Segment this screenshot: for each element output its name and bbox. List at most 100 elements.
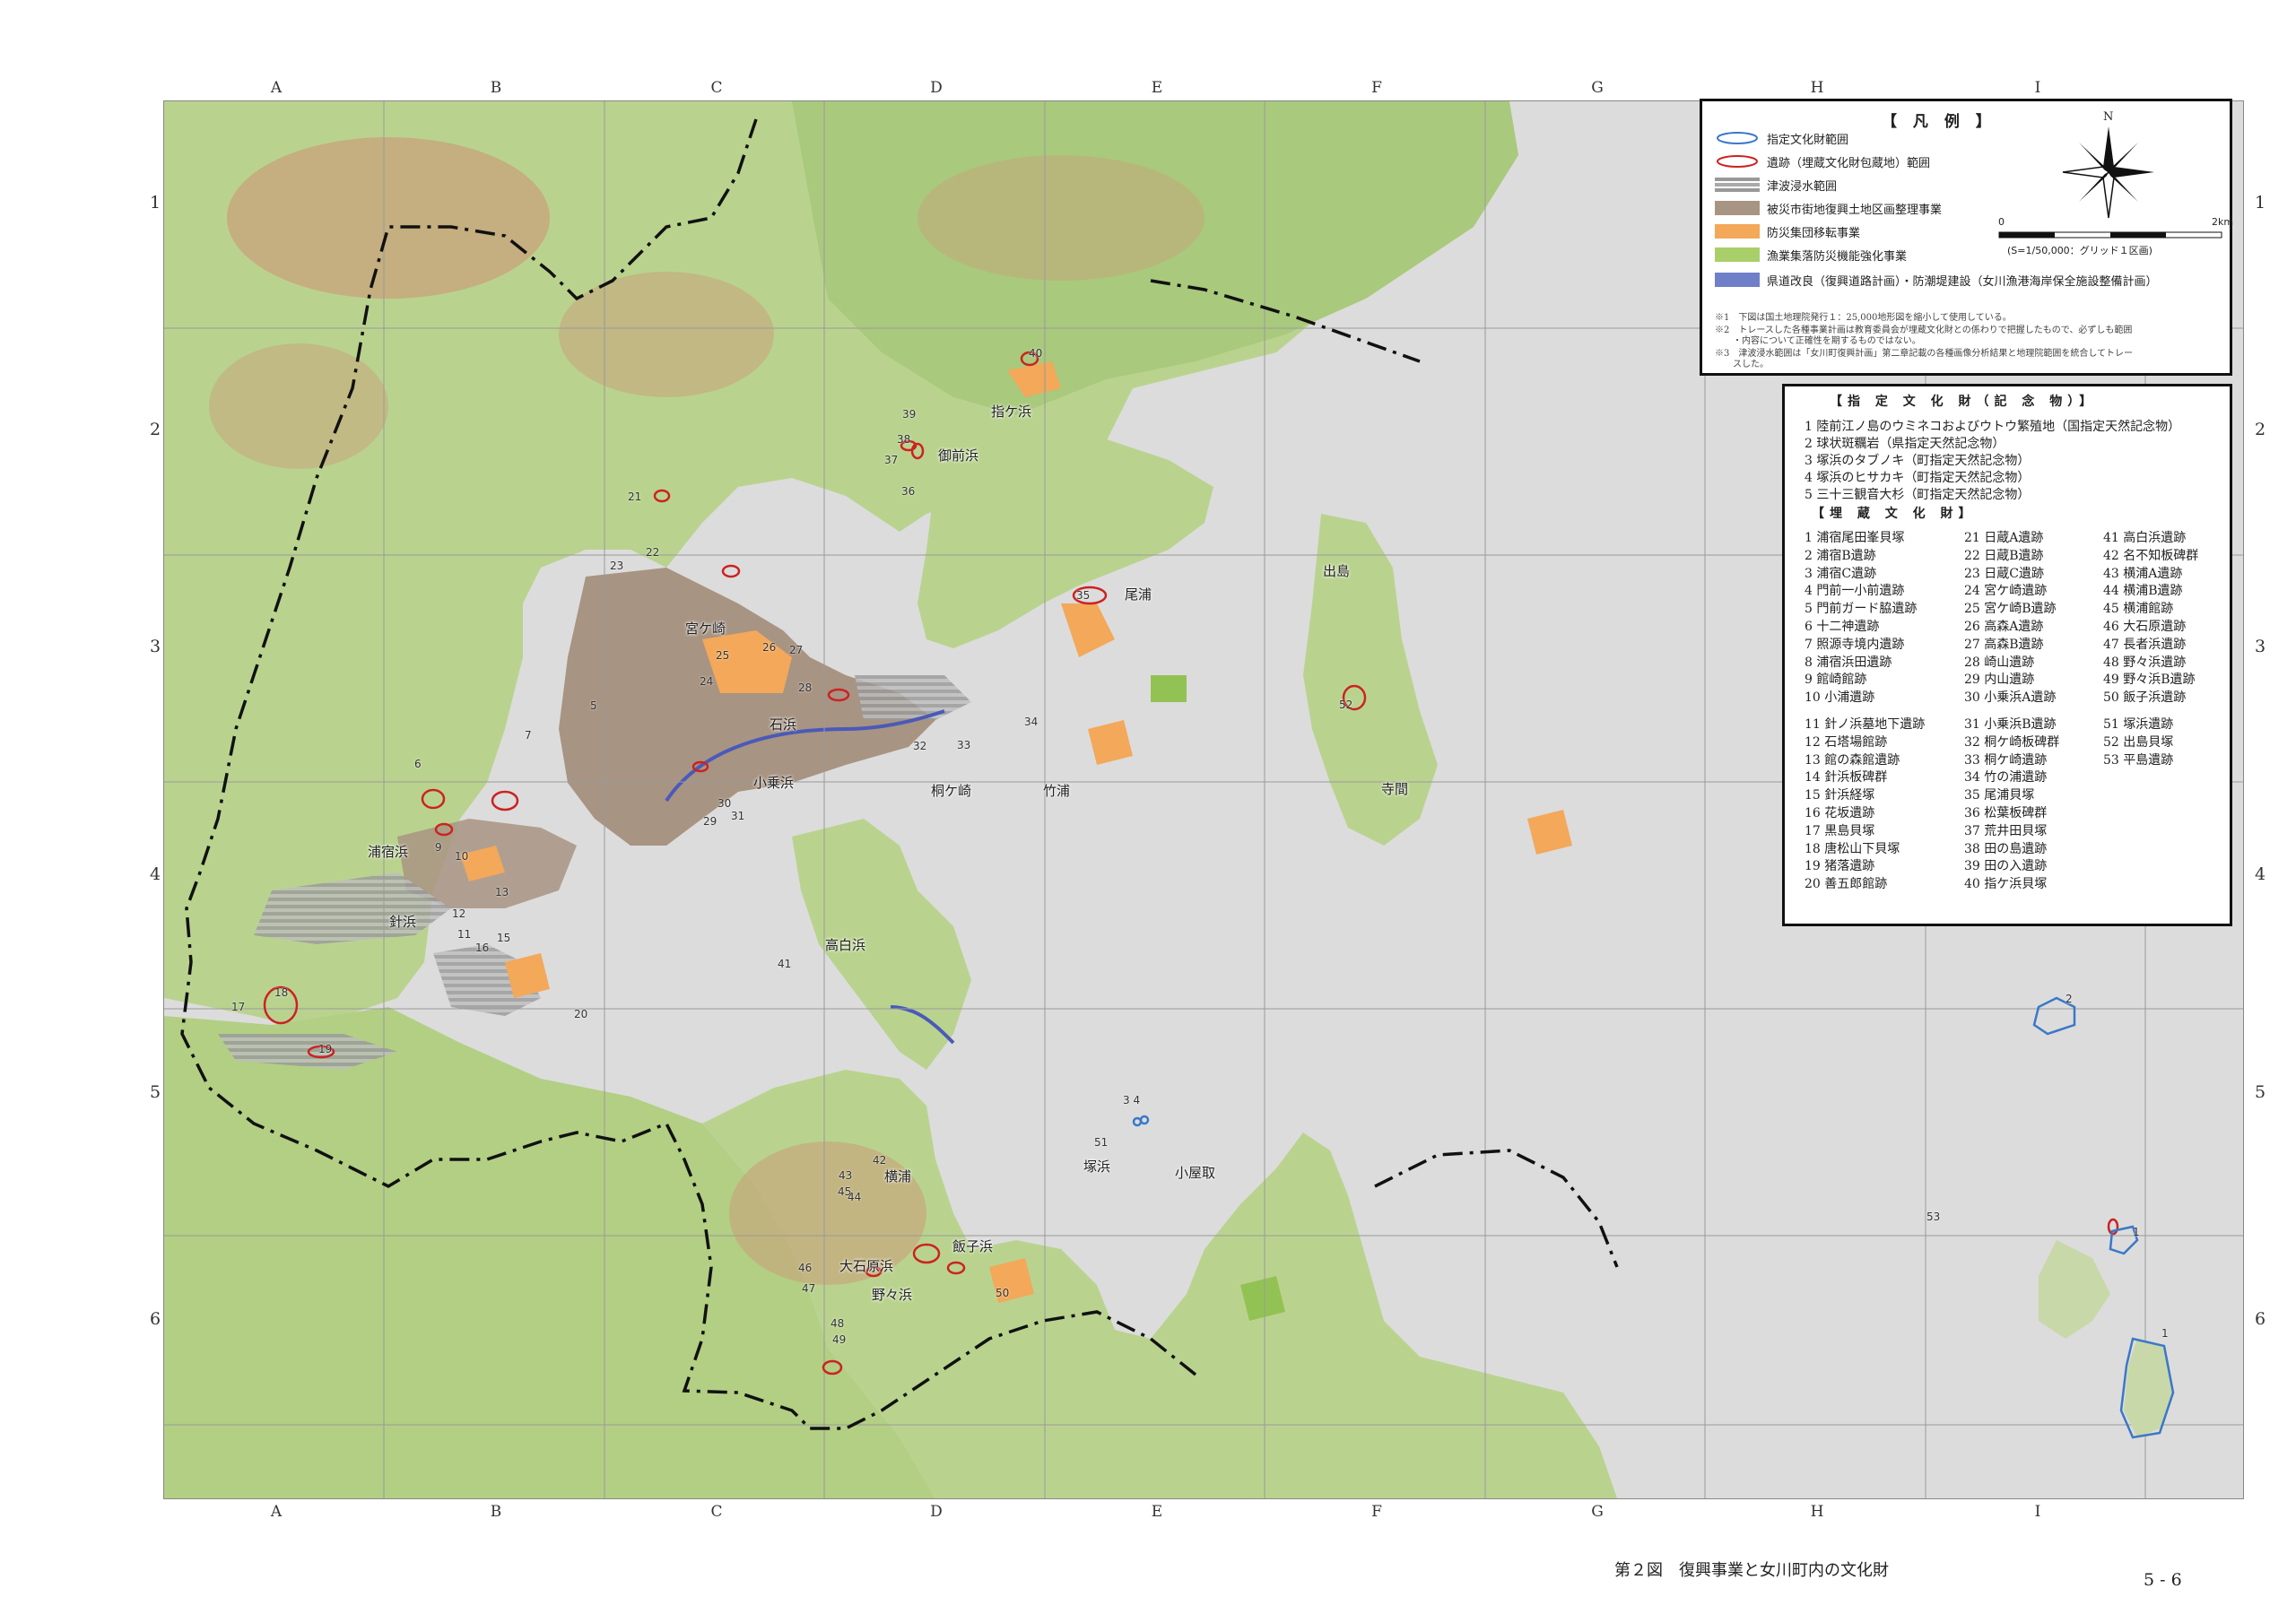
place-label: 浦宿浜 — [368, 844, 409, 860]
place-label: 桐ケ崎 — [931, 783, 972, 799]
site-number-label: 22 — [646, 546, 660, 559]
site-list-item: 16 花坂遺跡 — [1805, 806, 1875, 820]
place-label: 横浦 — [884, 1168, 912, 1185]
site-list-item: 35 尾浦貝塚 — [1964, 788, 2035, 803]
site-number-label: 25 — [716, 649, 730, 662]
grid-row-label: 6 — [2254, 1309, 2266, 1329]
compass-rose-icon — [2062, 126, 2154, 219]
grid-col-label: G — [1591, 79, 1604, 97]
sites-heading: 【埋 蔵 文 化 財】 — [1812, 507, 1977, 521]
site-list-item: 49 野々浜B遺跡 — [2103, 673, 2196, 688]
legend-item-designated: 指定文化財範囲 — [1715, 128, 1848, 148]
site-list-item: 25 宮ケ崎B遺跡 — [1964, 602, 2057, 617]
site-number-label: 16 — [475, 942, 490, 954]
legend-item-fishery: 漁業集落防災機能強化事業 — [1715, 245, 1907, 265]
legend-item-readjustment: 被災市街地復興土地区画整理事業 — [1715, 198, 1942, 218]
site-list-item: 53 平島遺跡 — [2103, 752, 2174, 768]
place-label: 小屋取 — [1175, 1165, 1216, 1181]
compass-north-label: N — [2103, 110, 2114, 124]
grid-col-label: E — [1151, 79, 1163, 97]
site-number-label: 29 — [703, 815, 718, 828]
site-number-label: 49 — [832, 1333, 847, 1346]
grid-col-label: D — [930, 1503, 943, 1521]
site-list-item: 8 浦宿浜田遺跡 — [1805, 655, 1892, 670]
place-label: 御前浜 — [938, 447, 979, 464]
grid-col-label: B — [490, 79, 502, 97]
site-list-item: 10 小浦遺跡 — [1805, 690, 1875, 706]
site-list-item: 41 高白浜遺跡 — [2103, 531, 2187, 545]
monument-item: 4 塚浜のヒサカキ（町指定天然記念物） — [1805, 471, 2031, 485]
site-number-label: 9 — [435, 841, 442, 854]
grid-col-label: C — [710, 1503, 723, 1521]
scale-end: 2km — [2212, 216, 2234, 228]
grid-row-label: 3 — [2254, 637, 2266, 656]
site-list-item: 22 日蔵B遺跡 — [1964, 548, 2044, 563]
site-list-item: 37 荒井田貝塚 — [1964, 823, 2048, 838]
site-number-label: 35 — [1076, 589, 1091, 602]
grid-row-label: 5 — [2254, 1082, 2266, 1102]
legend-label: 県道改良（復興道路計画）・防潮堤建設（女川漁港海岸保全施設整備計画） — [1767, 274, 2158, 289]
site-list-item: 23 日蔵C遺跡 — [1964, 566, 2044, 581]
site-number-label: 11 — [457, 928, 472, 941]
legend-label: 指定文化財範囲 — [1767, 133, 1849, 147]
site-list-item: 3 浦宿C遺跡 — [1805, 566, 1877, 581]
site-list-item: 18 唐松山下貝塚 — [1805, 841, 1900, 856]
site-list-item: 20 善五郎館跡 — [1805, 877, 1888, 892]
legend-item-sites: 遺跡（埋蔵文化財包蔵地）範囲 — [1715, 152, 1930, 171]
site-list-item: 19 猪落遺跡 — [1805, 859, 1875, 874]
legend-label: 漁業集落防災機能強化事業 — [1767, 249, 1908, 264]
site-list-item: 9 館崎館跡 — [1805, 673, 1867, 688]
legend-item-road: 県道改良（復興道路計画）・防潮堤建設（女川漁港海岸保全施設整備計画） — [1715, 270, 2158, 290]
site-number-label: 18 — [274, 986, 289, 999]
site-list-item: 11 針ノ浜墓地下遺跡 — [1805, 717, 1926, 732]
grid-col-label: F — [1371, 79, 1382, 97]
site-number-label: 19 — [318, 1043, 333, 1055]
site-number-label: 28 — [798, 681, 813, 694]
monument-item: 1 陸前江ノ島のウミネコおよびウトウ繁殖地（国指定天然記念物） — [1805, 420, 2181, 434]
site-list-item: 17 黒島貝塚 — [1805, 823, 1875, 838]
place-label: 竹浦 — [1043, 783, 1071, 799]
place-label: 針浜 — [389, 914, 417, 930]
grid-col-label: E — [1151, 1503, 1163, 1521]
site-number-label: 23 — [610, 560, 624, 572]
legend-note: ・内容について正確性を期するものではない。 — [1715, 336, 1921, 346]
legend-label: 防災集団移転事業 — [1767, 226, 1861, 240]
site-number-label: 26 — [762, 641, 777, 654]
site-list-item: 15 針浜経塚 — [1805, 788, 1875, 803]
site-list-item: 42 名不知板碑群 — [2103, 548, 2199, 563]
site-number-label: 46 — [798, 1262, 813, 1274]
site-list-item: 5 門前ガード脇遺跡 — [1805, 602, 1918, 617]
mountain-4 — [729, 1141, 926, 1285]
grid-row-label: 1 — [2254, 193, 2266, 213]
site-list-item: 12 石塔場館跡 — [1805, 734, 1888, 750]
grid-row-label: 4 — [2254, 864, 2266, 884]
scale-text: (S=1/50,000：グリッド１区画) — [2007, 245, 2152, 256]
site-number-label: 50 — [996, 1287, 1010, 1299]
brown-swatch-icon — [1715, 201, 1760, 215]
cultural-property-list: 【指 定 文 化 財（記 念 物）】 1 陸前江ノ島のウミネコおよびウトウ繁殖地… — [1782, 384, 2232, 926]
grid-row-label: 1 — [149, 193, 161, 213]
place-label: 石浜 — [770, 716, 797, 733]
grid-col-label: H — [1810, 1503, 1824, 1521]
site-list-item: 48 野々浜遺跡 — [2103, 655, 2187, 670]
place-label: 塚浜 — [1083, 1159, 1111, 1175]
green-swatch-icon — [1715, 247, 1760, 262]
site-number-label: 6 — [414, 758, 422, 770]
site-list-item: 47 長者浜遺跡 — [2103, 637, 2187, 652]
site-list-item: 4 門前一小前遺跡 — [1805, 584, 1905, 599]
legend-label: 遺跡（埋蔵文化財包蔵地）範囲 — [1767, 156, 1931, 170]
legend-item-relocation: 防災集団移転事業 — [1715, 221, 1860, 241]
site-number-label: 27 — [789, 644, 804, 656]
grid-row-label: 2 — [149, 420, 161, 439]
place-label: 寺間 — [1381, 781, 1409, 797]
site-list-item: 51 塚浜遺跡 — [2103, 717, 2174, 732]
site-number-label: 34 — [1024, 716, 1039, 728]
site-number-label: 40 — [1029, 347, 1043, 360]
site-list-item: 45 横浦館跡 — [2103, 602, 2174, 617]
site-list-item: 26 高森A遺跡 — [1964, 620, 2044, 634]
site-number-label: 51 — [1094, 1136, 1109, 1149]
site-number-label: 32 — [913, 740, 927, 752]
place-label: 野々浜 — [872, 1287, 913, 1303]
legend-note: ※1 下図は国土地理院発行１：25,000地形図を縮小して使用している。 — [1715, 313, 2012, 323]
place-label: 尾浦 — [1125, 586, 1152, 603]
